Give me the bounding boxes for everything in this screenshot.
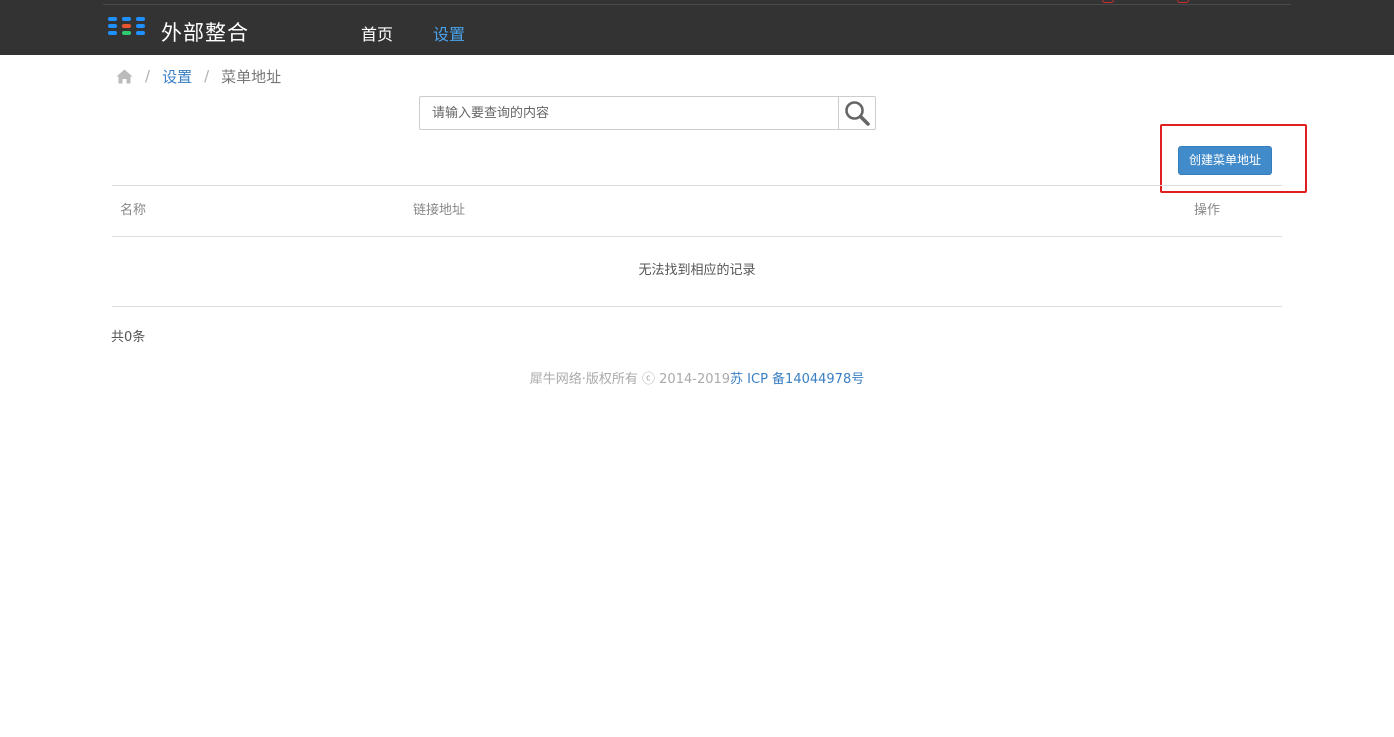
table-top-border — [112, 185, 1282, 186]
breadcrumb-separator: / — [145, 67, 151, 85]
logo-bar — [108, 17, 117, 21]
top-navbar: 外部整合 首页 设置 — [0, 0, 1394, 55]
notification-marker — [1102, 0, 1114, 3]
table-bottom-border — [112, 306, 1282, 307]
record-count: 共0条 — [111, 330, 146, 345]
home-icon[interactable] — [116, 69, 133, 84]
breadcrumb-separator: / — [204, 67, 210, 85]
breadcrumb: / 设置 / 菜单地址 — [116, 64, 281, 88]
search-box — [419, 96, 876, 130]
logo-bar — [108, 24, 117, 28]
logo-bar — [108, 31, 117, 35]
search-input[interactable] — [420, 97, 838, 129]
page-footer: 犀牛网络·版权所有 ⓒ 2014-2019苏 ICP 备14044978号 — [0, 371, 1394, 389]
app-logo[interactable] — [108, 17, 148, 41]
breadcrumb-item-menu-address: 菜单地址 — [221, 67, 282, 86]
navbar-divider — [103, 4, 1291, 5]
logo-bar — [136, 17, 145, 21]
search-icon — [845, 101, 870, 126]
logo-bar — [136, 31, 145, 35]
table-empty-message: 无法找到相应的记录 — [638, 263, 756, 278]
nav-item-settings[interactable]: 设置 — [433, 24, 465, 46]
logo-bar — [136, 24, 145, 28]
table-header-border — [112, 236, 1282, 237]
footer-copyright: 犀牛网络·版权所有 ⓒ 2014-2019 — [529, 372, 731, 387]
search-button[interactable] — [838, 97, 875, 129]
notification-marker — [1177, 0, 1189, 3]
column-header-link[interactable]: 链接地址 — [413, 202, 465, 220]
logo-bar — [122, 24, 131, 28]
breadcrumb-item-settings[interactable]: 设置 — [162, 66, 192, 87]
app-title[interactable]: 外部整合 — [161, 20, 249, 46]
logo-bar — [122, 31, 131, 35]
create-menu-address-button[interactable]: 创建菜单地址 — [1178, 146, 1272, 175]
column-header-name[interactable]: 名称 — [120, 202, 146, 220]
logo-bar — [122, 17, 131, 21]
nav-item-home[interactable]: 首页 — [361, 24, 393, 46]
column-header-actions: 操作 — [1194, 203, 1221, 218]
footer-icp-link[interactable]: 苏 ICP 备14044978号 — [730, 372, 864, 387]
